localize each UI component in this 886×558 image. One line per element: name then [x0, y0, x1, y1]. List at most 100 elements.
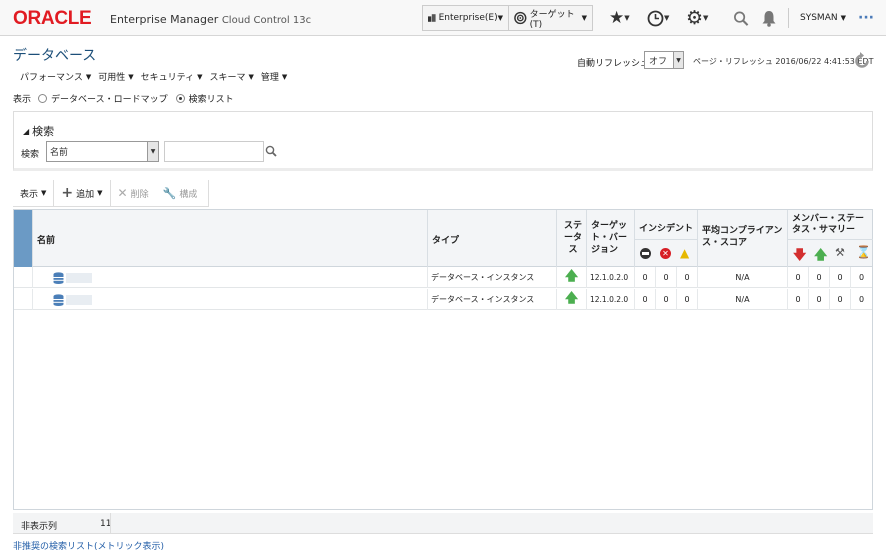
auto-refresh-select[interactable]: オフ ▼	[644, 51, 684, 69]
radio-roadmap[interactable]	[38, 94, 48, 103]
chevron-down-icon: ▼	[673, 52, 683, 68]
deprecated-search-list-link[interactable]: 非推奨の検索リスト(メトリック表示)	[13, 539, 164, 552]
maintenance-icon: ⚒	[835, 246, 845, 259]
menu-administration-label: 管理	[260, 73, 279, 83]
warning-icon: ▲	[680, 246, 690, 260]
menu-performance[interactable]: パフォーマンス ▼	[20, 70, 92, 84]
footer-divider	[110, 513, 111, 534]
member-pending-cell: 0	[850, 267, 872, 288]
menu-availability[interactable]: 可用性 ▼	[98, 70, 133, 84]
database-name-link[interactable]	[66, 272, 92, 283]
row-select-cell[interactable]	[14, 289, 32, 310]
plus-icon: +	[61, 185, 74, 201]
select-all-column[interactable]	[14, 210, 32, 267]
user-name: SYSMAN	[800, 13, 838, 23]
delete-x-icon: ✕	[117, 186, 128, 200]
more-options-button[interactable]: ···	[858, 6, 878, 30]
table-header: 名前 タイプ ステータス ターゲット・バージョン インシデント ✕ ▲ 平均コン…	[14, 210, 873, 267]
error-icon: ✕	[660, 248, 671, 259]
setup-button[interactable]: ⚙ ▼	[686, 6, 720, 30]
column-header-member-status: メンバー・ステータス・サマリー 🡇 🡅 ⚒ ⌛	[787, 210, 873, 267]
chevron-down-icon: ▼	[41, 189, 47, 197]
incident-error-cell: 0	[655, 267, 676, 288]
product-name: Enterprise Manager	[110, 13, 219, 26]
display-label: 表示	[13, 95, 32, 105]
incident-subheader: ✕ ▲	[635, 239, 698, 267]
wrench-icon: 🔧	[162, 186, 177, 200]
collapse-triangle-icon: ◢	[23, 126, 30, 136]
more-icon: ···	[858, 10, 874, 26]
notifications-button[interactable]	[761, 6, 777, 30]
delete-button[interactable]: ✕ 削除	[111, 180, 156, 207]
search-go-button[interactable]	[265, 145, 277, 157]
history-button[interactable]: ▼	[647, 6, 677, 30]
radio-search-list[interactable]	[175, 94, 185, 103]
add-button[interactable]: + 追加 ▼	[54, 179, 111, 207]
column-header-incidents: インシデント ✕ ▲	[634, 210, 698, 267]
refresh-icon	[855, 52, 869, 68]
database-name-link[interactable]	[66, 294, 92, 305]
targets-menu-label: ターゲット(T)	[529, 9, 575, 30]
menu-security[interactable]: セキュリティ ▼	[140, 70, 203, 84]
user-menu-button[interactable]: SYSMAN ▼	[800, 6, 850, 30]
menu-performance-label: パフォーマンス	[20, 73, 83, 83]
oracle-logo: ORACLE	[13, 8, 92, 29]
targets-menu-button[interactable]: ターゲット(T) ▼	[509, 5, 593, 31]
column-header-status[interactable]: ステータス	[556, 210, 586, 267]
menu-schema[interactable]: スキーマ ▼	[209, 70, 253, 84]
status-cell: 🡅	[556, 289, 586, 310]
column-status-label: ステータス	[563, 221, 582, 255]
row-select-cell[interactable]	[14, 267, 32, 288]
column-compliance-label: 平均コンプライアンス・スコア	[702, 226, 783, 248]
search-input[interactable]	[164, 141, 264, 162]
database-icon	[53, 293, 64, 306]
view-menu-button[interactable]: 表示 ▼	[13, 179, 55, 207]
product-suffix: Cloud Control 13c	[221, 15, 312, 26]
member-status-subheader: 🡇 🡅 ⚒ ⌛	[788, 239, 873, 267]
column-header-name[interactable]: 名前	[32, 210, 427, 267]
column-header-compliance[interactable]: 平均コンプライアンス・スコア	[697, 210, 787, 267]
chevron-down-icon: ▼	[147, 142, 158, 161]
member-maintenance-cell: 0	[829, 289, 850, 310]
member-maintenance-cell: 0	[829, 267, 850, 288]
column-type-label: タイプ	[432, 236, 460, 246]
incident-critical-cell: 0	[634, 267, 655, 288]
column-header-type[interactable]: タイプ	[427, 210, 556, 267]
name-cell	[32, 267, 427, 288]
column-header-version[interactable]: ターゲット・バージョン	[586, 210, 634, 267]
type-cell: データベース・インスタンス	[427, 267, 556, 288]
refresh-button[interactable]	[852, 51, 872, 71]
page-refresh-timestamp: ページ・リフレッシュ 2016/06/22 4:41:53 EDT	[693, 57, 874, 66]
auto-refresh-value: オフ	[649, 56, 668, 67]
version-cell: 12.1.0.2.0	[586, 267, 634, 288]
delete-label: 削除	[130, 189, 149, 200]
status-cell: 🡅	[556, 267, 586, 288]
member-down-cell: 0	[787, 267, 808, 288]
column-name-label: 名前	[37, 236, 56, 246]
search-field-select[interactable]: 名前 ▼	[46, 141, 159, 162]
configure-label: 構成	[179, 189, 198, 200]
menu-schema-label: スキーマ	[209, 73, 246, 83]
menu-security-label: セキュリティ	[140, 73, 195, 83]
favorites-button[interactable]: ★ ▼	[609, 6, 639, 30]
chevron-down-icon: ▼	[97, 189, 103, 197]
chevron-down-icon: ▼	[85, 72, 92, 81]
search-icon	[265, 145, 277, 157]
menu-administration[interactable]: 管理 ▼	[260, 70, 287, 84]
table-empty-area	[14, 310, 872, 508]
configure-button[interactable]: 🔧 構成	[156, 180, 205, 207]
table-row[interactable]: データベース・インスタンス 🡅 12.1.0.2.0 0 0 0 N/A 0 0…	[14, 267, 872, 288]
search-icon	[734, 11, 749, 26]
global-search-button[interactable]	[733, 6, 749, 30]
column-member-status-label: メンバー・ステータス・サマリー	[792, 214, 865, 235]
member-up-cell: 0	[808, 267, 829, 288]
bell-icon	[762, 10, 776, 27]
table-row[interactable]: データベース・インスタンス 🡅 12.1.0.2.0 0 0 0 N/A 0 0…	[14, 289, 872, 310]
critical-icon	[640, 248, 651, 259]
chevron-down-icon: ▼	[703, 14, 709, 22]
enterprise-menu-button[interactable]: Enterprise(E) ▼	[422, 5, 509, 31]
search-panel-toggle[interactable]: ◢ 検索	[23, 123, 54, 139]
radio-search-list-label: 検索リスト	[188, 95, 234, 105]
auto-refresh-label: 自動リフレッシュ	[577, 59, 650, 69]
column-version-label: ターゲット・バージョン	[591, 221, 628, 255]
